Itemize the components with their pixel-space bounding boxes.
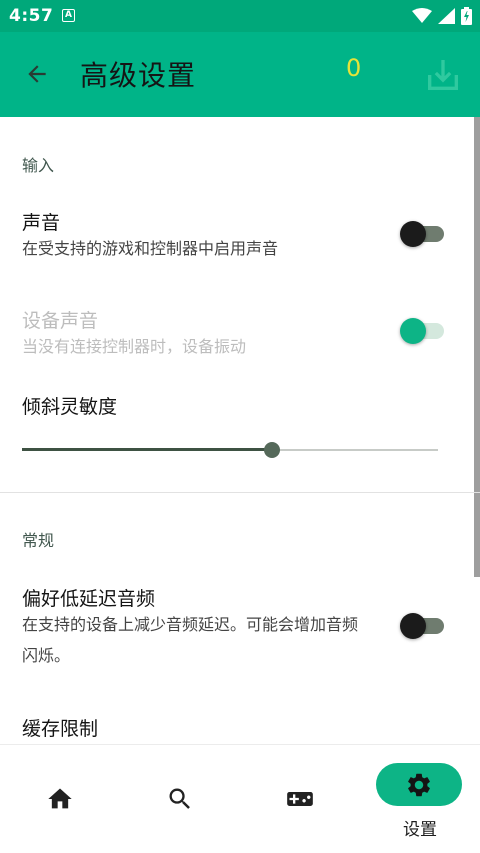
pref-sound-title: 声音 bbox=[22, 212, 61, 234]
gamepad-icon bbox=[287, 792, 313, 806]
home-icon bbox=[48, 788, 72, 809]
nav-home[interactable] bbox=[0, 745, 120, 853]
download-button[interactable] bbox=[418, 51, 468, 99]
nav-search[interactable] bbox=[120, 745, 240, 853]
device-sound-switch[interactable] bbox=[400, 318, 444, 344]
notification-a-icon: A bbox=[62, 9, 75, 22]
page-title: 高级设置 bbox=[80, 59, 197, 92]
battery-icon bbox=[461, 7, 472, 25]
sound-switch[interactable] bbox=[400, 221, 444, 247]
search-icon bbox=[169, 788, 190, 809]
settings-list[interactable]: 输入 声音 在受支持的游戏和控制器中启用声音 设备声音 当没有连接控制器时，设备… bbox=[0, 117, 480, 744]
section-header-general: 常规 bbox=[22, 531, 55, 550]
nav-settings[interactable]: 设置 bbox=[360, 745, 480, 853]
signal-icon bbox=[438, 8, 455, 24]
pref-sound-summary: 在受支持的游戏和控制器中启用声音 bbox=[22, 239, 279, 258]
back-button[interactable] bbox=[19, 56, 55, 92]
bottom-nav: 设置 bbox=[0, 744, 480, 853]
download-icon bbox=[428, 60, 458, 90]
gear-icon bbox=[408, 773, 430, 796]
scrollbar[interactable] bbox=[474, 117, 480, 577]
arrow-back-icon bbox=[28, 65, 46, 83]
nav-games[interactable] bbox=[240, 745, 360, 853]
wifi-icon bbox=[412, 8, 432, 23]
counter-badge: 0 bbox=[346, 54, 362, 82]
status-time: 4:57 bbox=[9, 6, 54, 26]
low-latency-switch[interactable] bbox=[400, 613, 444, 639]
pref-device-sound-summary: 当没有连接控制器时，设备振动 bbox=[22, 337, 247, 356]
nav-settings-label: 设置 bbox=[403, 820, 437, 840]
nav-settings-active-indicator bbox=[376, 763, 462, 806]
pref-device-sound-title: 设备声音 bbox=[22, 310, 99, 332]
pref-tilt-sensitivity-title: 倾斜灵敏度 bbox=[22, 396, 118, 418]
slider-thumb[interactable] bbox=[263, 442, 280, 458]
divider bbox=[0, 492, 480, 493]
tilt-sensitivity-slider[interactable] bbox=[22, 439, 438, 461]
pref-low-latency-title: 偏好低延迟音频 bbox=[22, 588, 156, 610]
section-header-input: 输入 bbox=[22, 156, 55, 175]
status-bar: 4:57 A bbox=[0, 0, 480, 32]
app-bar: 高级设置 0 bbox=[0, 32, 480, 117]
pref-cache-limit-title: 缓存限制 bbox=[22, 718, 99, 740]
status-icons bbox=[412, 7, 472, 25]
pref-low-latency-summary: 在支持的设备上减少音频延迟。可能会增加音频闪烁。 bbox=[22, 615, 359, 665]
